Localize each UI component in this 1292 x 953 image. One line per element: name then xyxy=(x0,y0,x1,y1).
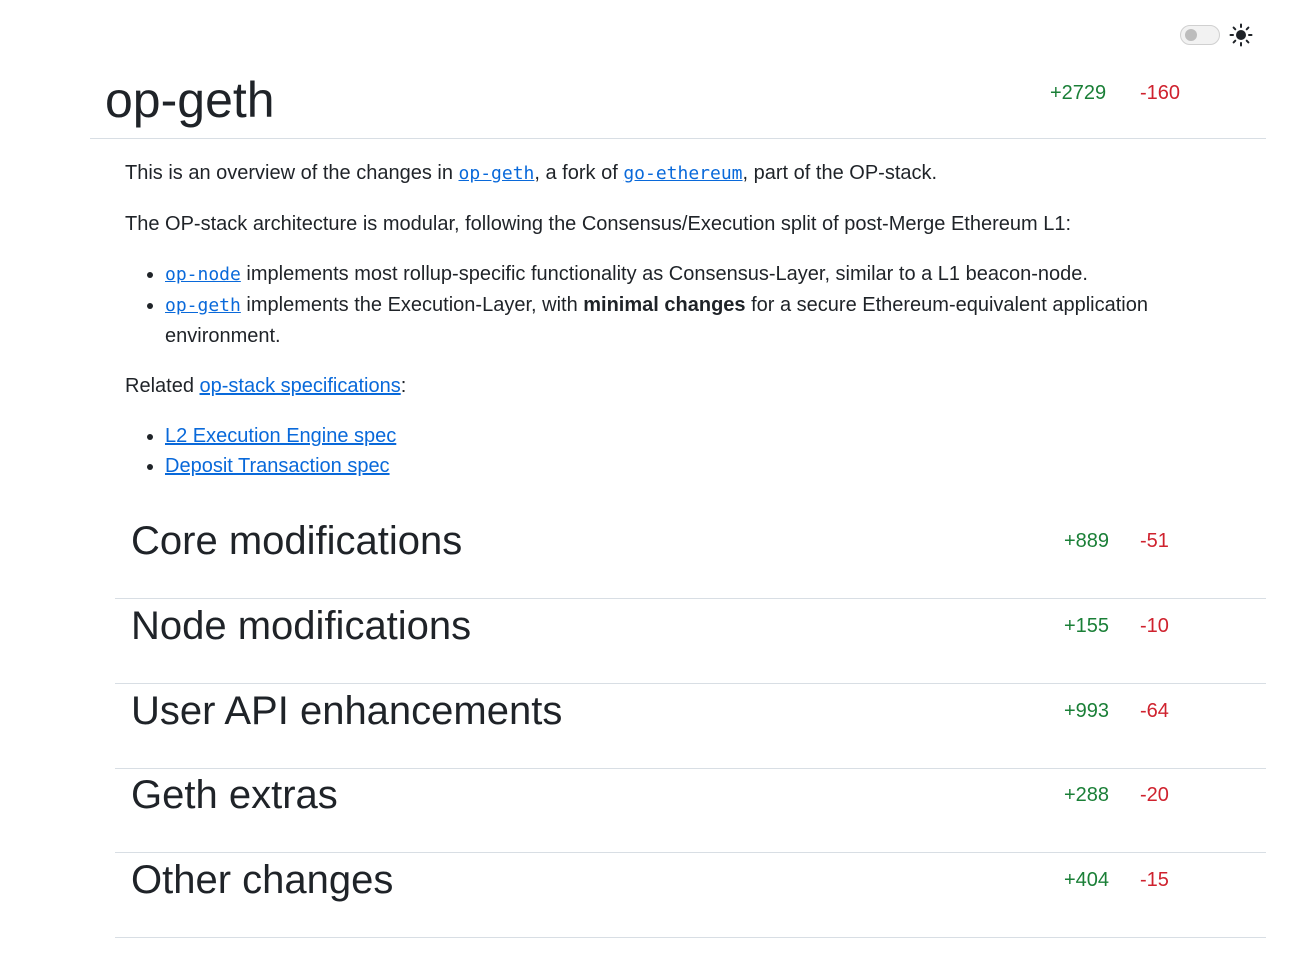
section-deletions: -51 xyxy=(1140,530,1169,552)
theme-toggle[interactable] xyxy=(1180,25,1220,45)
section-geth-extras[interactable]: Geth extras +288 -20 xyxy=(115,769,1266,853)
l2-execution-engine-spec-link[interactable]: L2 Execution Engine spec xyxy=(165,425,396,447)
op-node-link[interactable]: op-node xyxy=(165,264,241,285)
section-additions: +288 xyxy=(1063,784,1109,806)
architecture-paragraph: The OP-stack architecture is modular, fo… xyxy=(125,213,1072,235)
section-title[interactable]: Geth extras xyxy=(131,769,338,821)
list-item: Deposit Transaction spec xyxy=(165,451,1185,481)
section-other-changes[interactable]: Other changes +404 -15 xyxy=(115,854,1266,938)
page-title: op-geth xyxy=(105,72,275,128)
list-item: op-geth implements the Execution-Layer, … xyxy=(165,290,1185,351)
list-item: L2 Execution Engine spec xyxy=(165,421,1185,451)
deposit-transaction-spec-link[interactable]: Deposit Transaction spec xyxy=(165,455,390,477)
section-node-modifications[interactable]: Node modifications +155 -10 xyxy=(115,600,1266,684)
section-title[interactable]: Other changes xyxy=(131,854,393,906)
page-header: op-geth +2729 -160 xyxy=(90,60,1266,139)
intro-text-mid: , a fork of xyxy=(534,162,624,184)
list-item-text: implements the Execution-Layer, with xyxy=(240,294,584,316)
overview-content: This is an overview of the changes in op… xyxy=(125,158,1185,501)
section-user-api-enhancements[interactable]: User API enhancements +993 -64 xyxy=(115,685,1266,769)
spec-list: L2 Execution Engine spec Deposit Transac… xyxy=(125,421,1185,481)
go-ethereum-link[interactable]: go-ethereum xyxy=(623,163,742,184)
related-colon: : xyxy=(400,375,407,397)
total-deletions: -160 xyxy=(1140,82,1181,104)
section-deletions: -20 xyxy=(1140,784,1169,806)
section-core-modifications[interactable]: Core modifications +889 -51 xyxy=(115,515,1266,599)
section-additions: +889 xyxy=(1063,530,1109,552)
section-deletions: -10 xyxy=(1140,615,1169,637)
section-additions: +155 xyxy=(1063,615,1109,637)
section-deletions: -64 xyxy=(1140,700,1169,722)
section-title[interactable]: Node modifications xyxy=(131,600,471,652)
sun-icon[interactable] xyxy=(1229,23,1253,47)
op-geth-link-2[interactable]: op-geth xyxy=(165,295,241,316)
related-text: Related xyxy=(125,375,200,397)
section-title[interactable]: User API enhancements xyxy=(131,685,562,737)
layer-list: op-node implements most rollup-specific … xyxy=(125,259,1185,351)
intro-paragraph: This is an overview of the changes in op… xyxy=(125,158,1185,189)
list-item: op-node implements most rollup-specific … xyxy=(165,259,1185,290)
total-additions: +2729 xyxy=(1050,82,1107,104)
related-paragraph: Related op-stack specifications: xyxy=(125,371,1185,401)
op-geth-link[interactable]: op-geth xyxy=(459,163,535,184)
section-additions: +993 xyxy=(1063,700,1109,722)
bold-text: minimal changes xyxy=(583,294,746,316)
op-stack-specifications-link[interactable]: op-stack specifications xyxy=(200,375,401,397)
toggle-knob xyxy=(1185,29,1197,41)
intro-text-end: , part of the OP-stack. xyxy=(742,162,938,184)
section-deletions: -15 xyxy=(1140,869,1169,891)
section-title[interactable]: Core modifications xyxy=(131,515,462,567)
intro-text: This is an overview of the changes in xyxy=(125,162,459,184)
list-item-text: implements most rollup-specific function… xyxy=(240,263,1088,285)
section-additions: +404 xyxy=(1063,869,1109,891)
